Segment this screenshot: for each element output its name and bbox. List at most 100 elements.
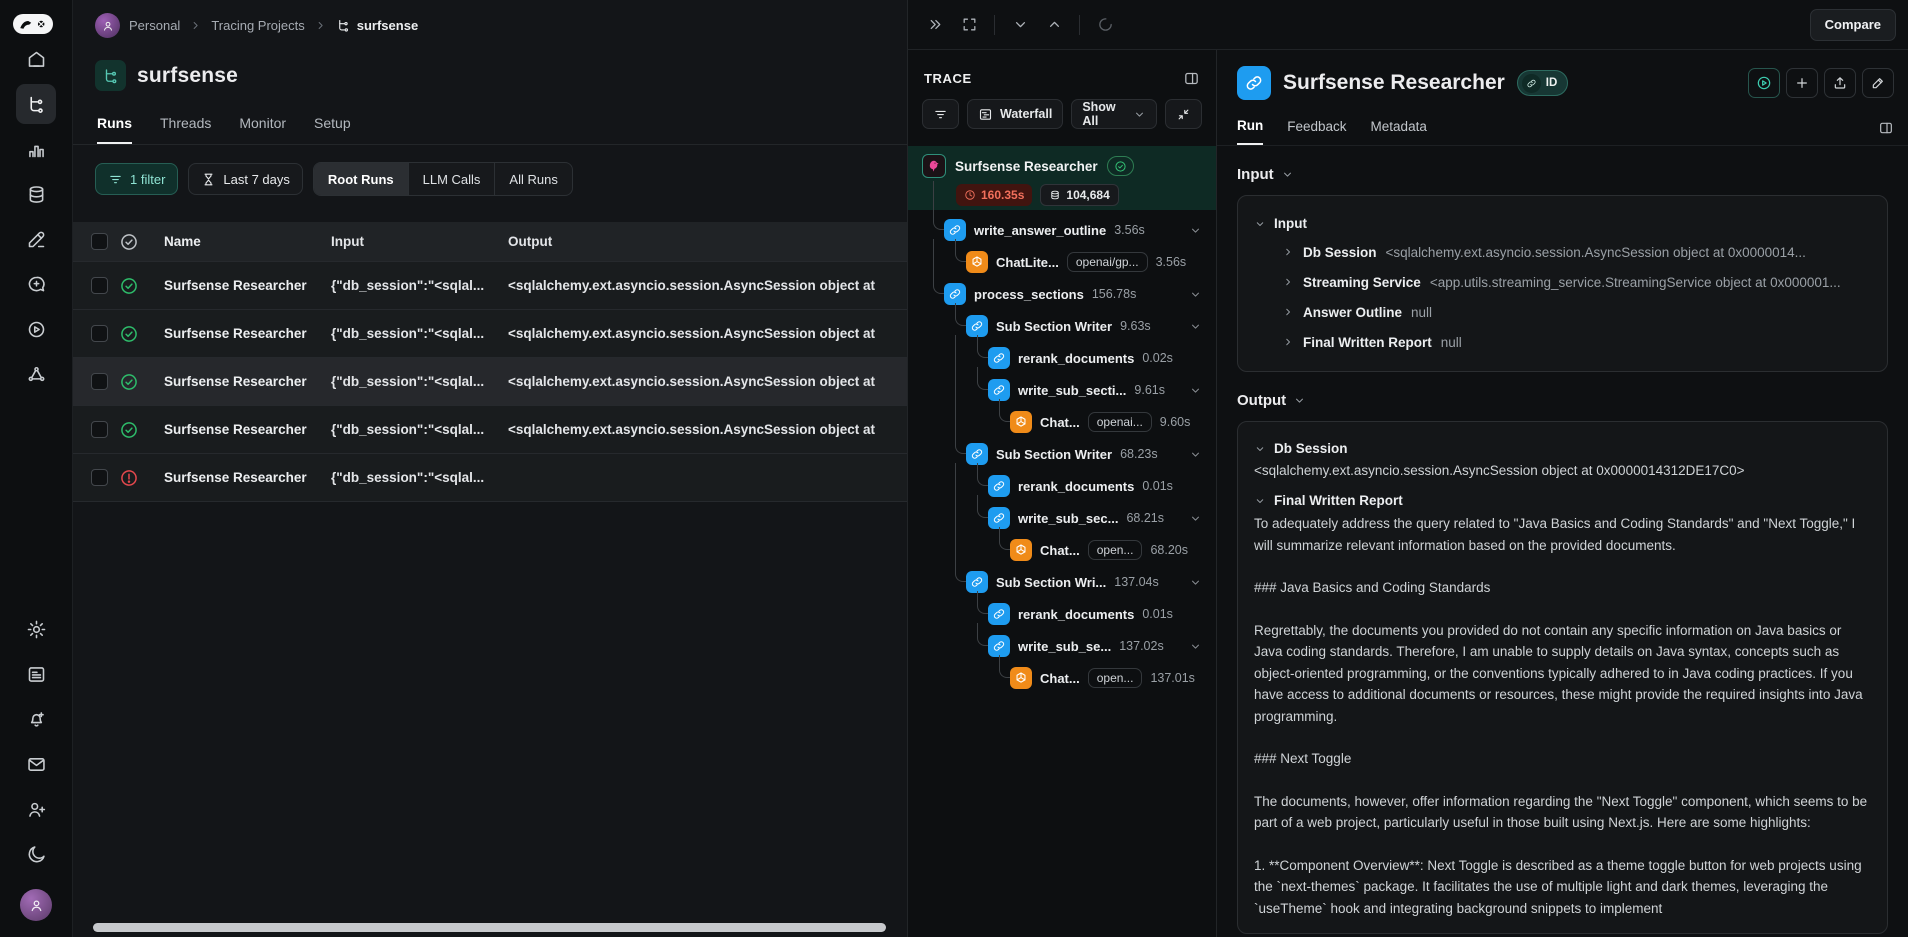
- sidebar-item-docs[interactable]: [16, 654, 56, 694]
- trace-root-node[interactable]: Surfsense Researcher 160.35s 104,684: [908, 146, 1216, 210]
- column-header-name[interactable]: Name: [150, 234, 331, 249]
- chevron-down-icon[interactable]: [1189, 384, 1202, 397]
- token-count-badge: 104,684: [1040, 184, 1118, 206]
- breadcrumb-current-project[interactable]: surfsense: [336, 18, 418, 33]
- trace-node-process-sections[interactable]: process_sections156.78s: [908, 278, 1216, 310]
- select-all-checkbox[interactable]: [91, 233, 108, 250]
- waterfall-view-button[interactable]: Waterfall: [967, 99, 1063, 129]
- run-id-badge[interactable]: ID: [1517, 70, 1569, 96]
- sidebar-item-tracing[interactable]: [16, 84, 56, 124]
- row-checkbox[interactable]: [91, 325, 108, 342]
- column-header-input[interactable]: Input: [331, 234, 508, 249]
- trace-node-rerank-documents[interactable]: rerank_documents0.01s: [908, 598, 1216, 630]
- sidebar-item-playground-play-circle[interactable]: [16, 309, 56, 349]
- table-row[interactable]: Surfsense Researcher{"db_session":"<sqla…: [73, 406, 907, 454]
- date-range-button[interactable]: Last 7 days: [188, 163, 303, 195]
- fullscreen-icon[interactable]: [954, 10, 984, 40]
- breadcrumb-tracing-projects[interactable]: Tracing Projects: [211, 18, 304, 33]
- trace-node-write-sub-sec-[interactable]: write_sub_sec...68.21s: [908, 502, 1216, 534]
- table-row[interactable]: Surfsense Researcher{"db_session":"<sqla…: [73, 358, 907, 406]
- chevron-down-icon[interactable]: [1189, 576, 1202, 589]
- sidebar-item-charts[interactable]: [16, 129, 56, 169]
- previous-run-chevron-down-icon[interactable]: [1005, 10, 1035, 40]
- input-field-answer-outline[interactable]: Answer Outlinenull: [1254, 297, 1871, 327]
- row-checkbox[interactable]: [91, 469, 108, 486]
- row-checkbox[interactable]: [91, 421, 108, 438]
- tab-runs[interactable]: Runs: [97, 115, 132, 144]
- sidebar-item-deployments-nodes[interactable]: [16, 354, 56, 394]
- column-header-output[interactable]: Output: [508, 234, 907, 249]
- annotate-button[interactable]: [1862, 68, 1894, 98]
- trace-node-sub-section-writer[interactable]: Sub Section Writer9.63s: [908, 310, 1216, 342]
- detail-tab-run[interactable]: Run: [1237, 118, 1263, 145]
- sidebar-item-moon[interactable]: [16, 834, 56, 874]
- tab-threads[interactable]: Threads: [160, 115, 211, 144]
- segment-llm-calls[interactable]: LLM Calls: [409, 163, 496, 195]
- trace-node-rerank-documents[interactable]: rerank_documents0.02s: [908, 342, 1216, 374]
- chevron-down-icon[interactable]: [1189, 224, 1202, 237]
- share-button[interactable]: [1824, 68, 1856, 98]
- trace-node-write-sub-se-[interactable]: write_sub_se...137.02s: [908, 630, 1216, 662]
- compare-button[interactable]: Compare: [1810, 9, 1896, 41]
- input-section-header[interactable]: Input: [1217, 146, 1908, 183]
- collapse-all-button[interactable]: [1165, 99, 1202, 129]
- status-success-icon: [108, 324, 150, 344]
- add-to-dataset-button[interactable]: [1786, 68, 1818, 98]
- chevron-down-icon[interactable]: [1189, 512, 1202, 525]
- detail-tab-feedback[interactable]: Feedback: [1287, 119, 1346, 144]
- table-row[interactable]: Surfsense Researcher{"db_session":"<sqla…: [73, 310, 907, 358]
- sidebar-item-mail[interactable]: [16, 744, 56, 784]
- trace-node-chatlite-[interactable]: ChatLite...openai/gp...3.56s: [908, 246, 1216, 278]
- chevron-down-icon[interactable]: [1189, 320, 1202, 333]
- output-section-header[interactable]: Output: [1217, 372, 1908, 409]
- sidebar-item-datasets[interactable]: [16, 174, 56, 214]
- trace-node-sub-section-writer[interactable]: Sub Section Writer68.23s: [908, 438, 1216, 470]
- sidebar-item-home[interactable]: [16, 39, 56, 79]
- trace-node-chat-[interactable]: Chat...open...137.01s: [908, 662, 1216, 694]
- segment-root-runs[interactable]: Root Runs: [314, 163, 409, 195]
- filter-button[interactable]: 1 filter: [95, 163, 178, 195]
- input-field-streaming-service[interactable]: Streaming Service<app.utils.streaming_se…: [1254, 267, 1871, 297]
- tab-monitor[interactable]: Monitor: [239, 115, 286, 144]
- status-success-icon: [108, 276, 150, 296]
- output-final-report-row[interactable]: Final Written Report: [1254, 488, 1871, 513]
- sidebar-item-bell-plus[interactable]: [16, 699, 56, 739]
- chevron-down-icon[interactable]: [1189, 640, 1202, 653]
- open-in-playground-button[interactable]: [1748, 68, 1780, 98]
- detail-tab-metadata[interactable]: Metadata: [1371, 119, 1427, 144]
- table-row[interactable]: Surfsense Researcher{"db_session":"<sqla…: [73, 454, 907, 502]
- horizontal-scrollbar[interactable]: [93, 923, 886, 932]
- sidebar-item-settings-gear[interactable]: [16, 609, 56, 649]
- chevron-down-icon[interactable]: [1189, 448, 1202, 461]
- breadcrumb-personal[interactable]: Personal: [129, 18, 180, 33]
- trace-node-chat-[interactable]: Chat...openai...9.60s: [908, 406, 1216, 438]
- run-name: Surfsense Researcher: [150, 470, 331, 485]
- show-all-dropdown[interactable]: Show All: [1071, 99, 1157, 129]
- segment-all-runs[interactable]: All Runs: [495, 163, 571, 195]
- tab-setup[interactable]: Setup: [314, 115, 351, 144]
- input-field-final-written-report[interactable]: Final Written Reportnull: [1254, 327, 1871, 357]
- chevron-down-icon[interactable]: [1189, 288, 1202, 301]
- sidebar-item-prompt-comment-plus[interactable]: [16, 264, 56, 304]
- workspace-avatar[interactable]: [95, 13, 120, 38]
- sidebar-item-user-plus[interactable]: [16, 789, 56, 829]
- user-avatar[interactable]: [20, 889, 52, 921]
- trace-node-sub-section-wri-[interactable]: Sub Section Wri...137.04s: [908, 566, 1216, 598]
- trace-node-write-sub-secti-[interactable]: write_sub_secti...9.61s: [908, 374, 1216, 406]
- row-checkbox[interactable]: [91, 373, 108, 390]
- sidebar-item-annotate-pen[interactable]: [16, 219, 56, 259]
- row-checkbox[interactable]: [91, 277, 108, 294]
- trace-filter-button[interactable]: [922, 99, 959, 129]
- input-field-db-session[interactable]: Db Session<sqlalchemy.ext.asyncio.sessio…: [1254, 237, 1871, 267]
- input-group-row[interactable]: Input: [1254, 210, 1871, 237]
- trace-node-write-answer-outline[interactable]: write_answer_outline3.56s: [908, 214, 1216, 246]
- openai-icon: [1010, 411, 1032, 433]
- table-row[interactable]: Surfsense Researcher{"db_session":"<sqla…: [73, 262, 907, 310]
- next-run-chevron-up-icon[interactable]: [1039, 10, 1069, 40]
- collapse-panel-icon[interactable]: [920, 10, 950, 40]
- trace-node-chat-[interactable]: Chat...open...68.20s: [908, 534, 1216, 566]
- panel-toggle-icon[interactable]: [1183, 70, 1200, 87]
- panel-toggle-icon[interactable]: [1878, 120, 1894, 144]
- trace-node-rerank-documents[interactable]: rerank_documents0.01s: [908, 470, 1216, 502]
- output-db-session-row[interactable]: Db Session: [1254, 436, 1871, 461]
